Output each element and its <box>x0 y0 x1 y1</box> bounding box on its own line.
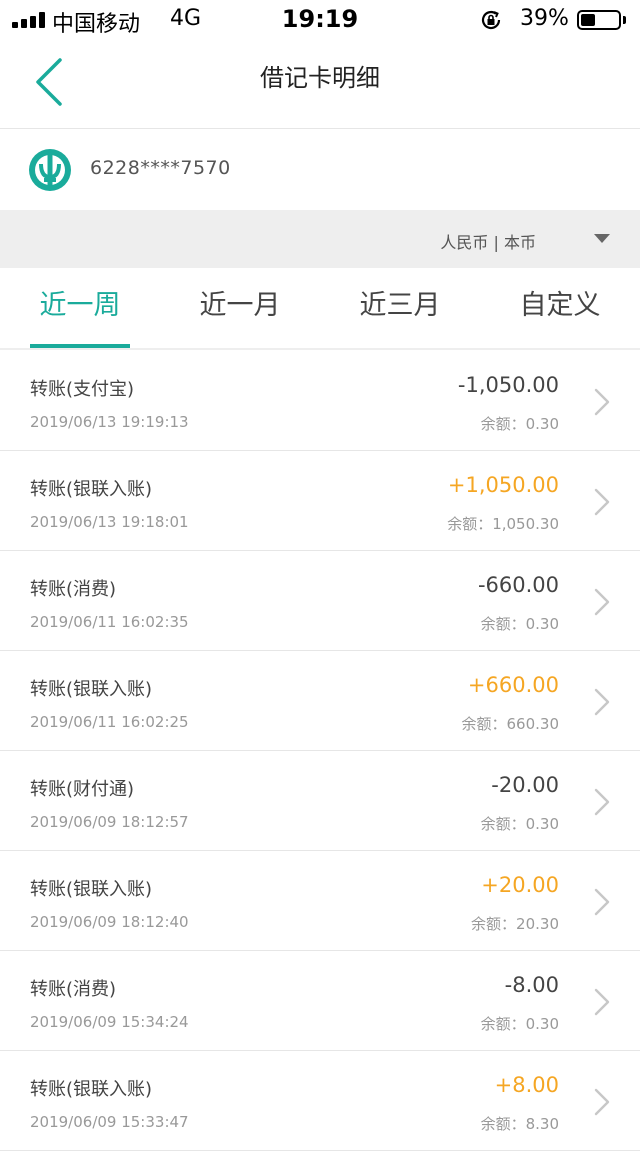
transaction-row[interactable]: 转账(支付宝) 2019/06/13 19:19:13 -1,050.00 余额：0.… <box>0 351 640 451</box>
caret-down-icon <box>594 234 610 243</box>
transaction-amount: +20.00 <box>481 873 559 897</box>
transaction-date: 2019/06/13 19:18:01 <box>30 513 189 531</box>
battery-cap <box>623 16 626 24</box>
transaction-title: 转账(银联入账) <box>30 1079 153 1100</box>
currency-selector[interactable]: 人民币 | 本币 <box>0 210 640 268</box>
chevron-right-icon <box>594 988 610 1016</box>
transaction-balance: 余额：0.30 <box>480 1015 559 1033</box>
transaction-title: 转账(支付宝) <box>30 379 135 400</box>
orientation-lock-icon <box>481 10 501 30</box>
transaction-amount: -660.00 <box>477 573 559 597</box>
chevron-right-icon <box>594 588 610 616</box>
transaction-title: 转账(消费) <box>30 579 117 600</box>
transaction-amount: +8.00 <box>494 1073 559 1097</box>
battery-level <box>581 14 595 26</box>
tab-week[interactable]: 近一周 <box>0 268 160 348</box>
transaction-title: 转账(消费) <box>30 979 117 1000</box>
transaction-date: 2019/06/11 16:02:25 <box>30 713 189 731</box>
transaction-balance: 余额：8.30 <box>480 1115 559 1133</box>
transaction-date: 2019/06/09 15:33:47 <box>30 1113 189 1131</box>
card-number: 6228****7570 <box>90 157 231 179</box>
transaction-balance: 余额：0.30 <box>480 815 559 833</box>
nav-bar: 借记卡明细 <box>0 40 640 129</box>
transaction-amount: -8.00 <box>504 973 559 997</box>
transaction-title: 转账(银联入账) <box>30 879 153 900</box>
transaction-balance: 余额：660.30 <box>461 715 560 733</box>
active-tab-indicator <box>30 344 130 348</box>
transaction-amount: +660.00 <box>467 673 559 697</box>
page-title: 借记卡明细 <box>260 64 380 92</box>
chevron-right-icon <box>594 888 610 916</box>
transaction-date: 2019/06/11 16:02:35 <box>30 613 189 631</box>
tab-three-months[interactable]: 近三月 <box>320 268 480 348</box>
transaction-amount: -1,050.00 <box>457 373 559 397</box>
chevron-right-icon <box>594 488 610 516</box>
transaction-date: 2019/06/13 19:19:13 <box>30 413 189 431</box>
transaction-amount: -20.00 <box>491 773 559 797</box>
transaction-row[interactable]: 转账(银联入账) 2019/06/13 19:18:01 +1,050.00 余额：1… <box>0 451 640 551</box>
transaction-title: 转账(财付通) <box>30 779 135 800</box>
transaction-balance: 余额：20.30 <box>471 915 559 933</box>
transaction-row[interactable]: 转账(银联入账) 2019/06/11 16:02:25 +660.00 余额：660… <box>0 651 640 751</box>
currency-label: 人民币 | 本币 <box>440 233 536 252</box>
transaction-balance: 余额：0.30 <box>480 415 559 433</box>
chevron-right-icon <box>594 788 610 816</box>
transaction-row[interactable]: 转账(银联入账) 2019/06/09 18:12:40 +20.00 余额：20.3… <box>0 851 640 951</box>
bank-logo-icon <box>29 149 71 191</box>
chevron-right-icon <box>594 1088 610 1116</box>
tab-custom[interactable]: 自定义 <box>480 268 640 348</box>
period-tabs: 近一周 近一月 近三月 自定义 <box>0 268 640 350</box>
transaction-row[interactable]: 转账(银联入账) 2019/06/09 15:33:47 +8.00 余额：8.30 <box>0 1051 640 1151</box>
tab-month[interactable]: 近一月 <box>160 268 320 348</box>
transaction-amount: +1,050.00 <box>447 473 559 497</box>
transaction-date: 2019/06/09 18:12:57 <box>30 813 189 831</box>
transaction-date: 2019/06/09 15:34:24 <box>30 1013 189 1031</box>
transaction-balance: 余额：1,050.30 <box>447 515 559 533</box>
transaction-row[interactable]: 转账(财付通) 2019/06/09 18:12:57 -20.00 余额：0.30 <box>0 751 640 851</box>
transaction-row[interactable]: 转账(消费) 2019/06/11 16:02:35 -660.00 余额：0.30 <box>0 551 640 651</box>
battery-icon <box>577 10 621 30</box>
transaction-list: 转账(支付宝) 2019/06/13 19:19:13 -1,050.00 余额：0.… <box>0 351 640 1151</box>
transaction-title: 转账(银联入账) <box>30 679 153 700</box>
transaction-date: 2019/06/09 18:12:40 <box>30 913 189 931</box>
chevron-right-icon <box>594 688 610 716</box>
transaction-title: 转账(银联入账) <box>30 479 153 500</box>
status-bar: 中国移动 4G 19:19 39% <box>0 0 640 40</box>
transaction-balance: 余额：0.30 <box>480 615 559 633</box>
battery-percent: 39% <box>520 6 569 31</box>
chevron-right-icon <box>594 388 610 416</box>
transaction-row[interactable]: 转账(消费) 2019/06/09 15:34:24 -8.00 余额：0.30 <box>0 951 640 1051</box>
account-row: 6228****7570 <box>0 129 640 210</box>
